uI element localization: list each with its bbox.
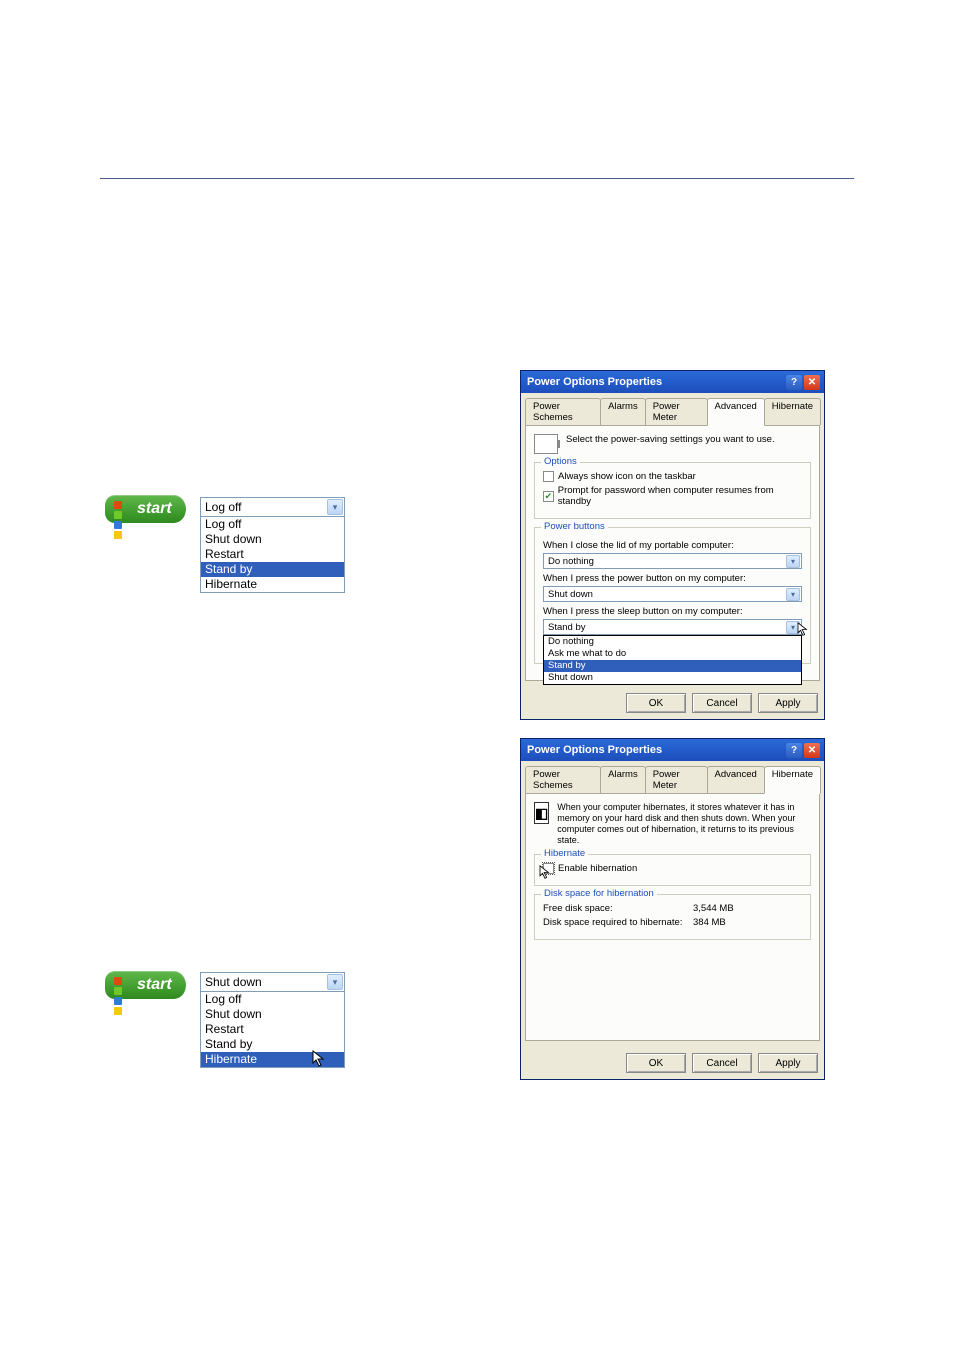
group-legend: Disk space for hibernation: [541, 888, 657, 899]
tab-hibernate[interactable]: Hibernate: [764, 766, 821, 794]
checkbox-password-prompt[interactable]: ✔: [543, 491, 554, 502]
advanced-desc: Select the power-saving settings you wan…: [566, 434, 775, 454]
hibernate-group: Hibernate Enable hibernation: [534, 854, 811, 886]
hibernate-desc: When your computer hibernates, it stores…: [557, 802, 811, 846]
shutdown-combo-standby[interactable]: Log off ▾ Log off Shut down Restart Stan…: [200, 497, 345, 593]
tab-row: Power Schemes Alarms Power Meter Advance…: [521, 761, 824, 793]
cursor-icon: [539, 865, 551, 883]
ok-button[interactable]: OK: [626, 1053, 686, 1073]
free-disk-label: Free disk space:: [543, 903, 683, 914]
battery-icon: [534, 434, 558, 454]
list-item[interactable]: Log off: [201, 517, 344, 532]
tab-content-hibernate: ◧ When your computer hibernates, it stor…: [525, 793, 820, 1041]
tab-power-meter[interactable]: Power Meter: [645, 766, 708, 793]
combo-value: Log off: [205, 500, 241, 514]
tab-row: Power Schemes Alarms Power Meter Advance…: [521, 393, 824, 425]
help-icon[interactable]: ?: [786, 743, 802, 758]
required-disk-value: 384 MB: [693, 917, 726, 928]
chevron-down-icon[interactable]: ▾: [327, 499, 343, 515]
divider: [100, 178, 854, 179]
list-item[interactable]: Shut down: [201, 1007, 344, 1022]
combo-selected[interactable]: Log off ▾: [201, 498, 344, 516]
dropdown-menu: Do nothing Ask me what to do Stand by Sh…: [543, 635, 802, 685]
tab-power-meter[interactable]: Power Meter: [645, 398, 708, 425]
list-item[interactable]: Log off: [201, 992, 344, 1007]
checkbox-label: Always show icon on the taskbar: [558, 471, 696, 482]
apply-button[interactable]: Apply: [758, 1053, 818, 1073]
combo-list: Log off Shut down Restart Stand by Hiber…: [201, 516, 344, 592]
tab-advanced[interactable]: Advanced: [707, 766, 765, 793]
group-legend: Power buttons: [541, 521, 608, 532]
combo-selected[interactable]: Shut down ▾: [201, 973, 344, 991]
sleep-button-action-select[interactable]: Stand by ▾ Do nothing Ask me what to do …: [543, 619, 802, 635]
power-button-action-select[interactable]: Shut down ▾: [543, 586, 802, 602]
chevron-down-icon[interactable]: ▾: [786, 588, 800, 601]
start-button[interactable]: start: [105, 495, 186, 523]
ok-button[interactable]: OK: [626, 693, 686, 713]
power-button-label: When I press the power button on my comp…: [543, 573, 802, 584]
dialog-buttons: OK Cancel Apply: [521, 1047, 824, 1079]
tab-content-advanced: Select the power-saving settings you wan…: [525, 425, 820, 681]
disk-space-group: Disk space for hibernation Free disk spa…: [534, 894, 811, 940]
windows-logo-icon: [113, 500, 131, 518]
start-button[interactable]: start: [105, 971, 186, 999]
document-page: start Log off ▾ Log off Shut down Restar…: [0, 0, 954, 270]
close-icon[interactable]: ✕: [804, 743, 820, 758]
group-legend: Options: [541, 456, 580, 467]
list-item[interactable]: Ask me what to do: [544, 648, 801, 660]
checkbox-taskbar-icon[interactable]: [543, 471, 554, 482]
power-buttons-group: Power buttons When I close the lid of my…: [534, 527, 811, 664]
titlebar[interactable]: Power Options Properties ? ✕: [521, 739, 824, 761]
list-item[interactable]: Restart: [201, 1022, 344, 1037]
cursor-icon: [312, 1050, 326, 1073]
tab-power-schemes[interactable]: Power Schemes: [525, 398, 601, 425]
free-disk-value: 3,544 MB: [693, 903, 734, 914]
windows-logo-icon: [113, 976, 131, 994]
select-value: Do nothing: [548, 556, 594, 567]
cancel-button[interactable]: Cancel: [692, 1053, 752, 1073]
required-disk-label: Disk space required to hibernate:: [543, 917, 683, 928]
dialog-title: Power Options Properties: [527, 744, 662, 756]
hibernate-icon: ◧: [534, 802, 549, 824]
close-icon[interactable]: ✕: [804, 375, 820, 390]
list-item[interactable]: Hibernate: [201, 577, 344, 592]
options-group: Options Always show icon on the taskbar …: [534, 462, 811, 519]
list-item[interactable]: Restart: [201, 547, 344, 562]
list-item[interactable]: Stand by: [544, 660, 801, 672]
tab-alarms[interactable]: Alarms: [600, 766, 646, 793]
lid-label: When I close the lid of my portable comp…: [543, 540, 802, 551]
list-item[interactable]: Shut down: [201, 532, 344, 547]
tab-hibernate[interactable]: Hibernate: [764, 398, 821, 425]
apply-button[interactable]: Apply: [758, 693, 818, 713]
dialog-buttons: OK Cancel Apply: [521, 687, 824, 719]
checkbox-label: Prompt for password when computer resume…: [558, 485, 802, 507]
titlebar[interactable]: Power Options Properties ? ✕: [521, 371, 824, 393]
help-icon[interactable]: ?: [786, 375, 802, 390]
power-options-dialog: Power Options Properties ? ✕ Power Schem…: [520, 370, 825, 720]
checkbox-label: Enable hibernation: [558, 863, 637, 874]
list-item[interactable]: Do nothing: [544, 636, 801, 648]
tab-advanced[interactable]: Advanced: [707, 398, 765, 426]
tab-power-schemes[interactable]: Power Schemes: [525, 766, 601, 793]
power-options-dialog-hibernate: Power Options Properties ? ✕ Power Schem…: [520, 738, 825, 1080]
sleep-button-label: When I press the sleep button on my comp…: [543, 606, 802, 617]
lid-action-select[interactable]: Do nothing ▾: [543, 553, 802, 569]
group-legend: Hibernate: [541, 848, 588, 859]
cancel-button[interactable]: Cancel: [692, 693, 752, 713]
chevron-down-icon[interactable]: ▾: [327, 974, 343, 990]
select-value: Shut down: [548, 589, 593, 600]
start-label: start: [137, 976, 172, 994]
list-item[interactable]: Shut down: [544, 672, 801, 684]
combo-value: Shut down: [205, 975, 262, 989]
chevron-down-icon[interactable]: ▾: [786, 555, 800, 568]
tab-alarms[interactable]: Alarms: [600, 398, 646, 425]
start-label: start: [137, 500, 172, 518]
dialog-title: Power Options Properties: [527, 376, 662, 388]
list-item[interactable]: Stand by: [201, 562, 344, 577]
select-value: Stand by: [548, 622, 586, 633]
